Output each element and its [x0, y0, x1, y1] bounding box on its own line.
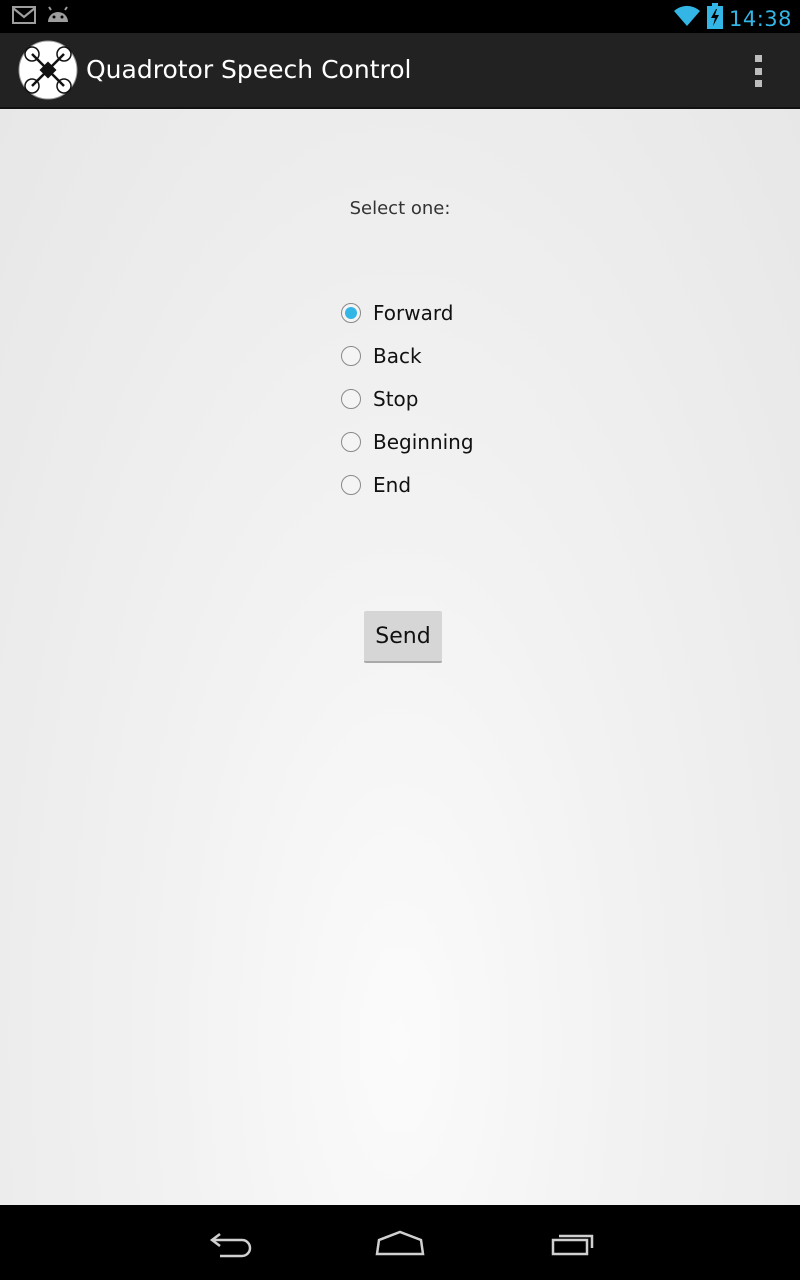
gmail-icon [12, 6, 36, 29]
action-bar: Quadrotor Speech Control [0, 33, 800, 109]
radio-option-beginning[interactable]: Beginning [340, 420, 474, 463]
radio-option-end[interactable]: End [340, 463, 474, 506]
radio-label: Forward [373, 300, 454, 325]
radio-button-icon[interactable] [341, 474, 361, 495]
system-tray: 14:38 [673, 3, 792, 34]
radio-button-icon[interactable] [341, 388, 361, 409]
overflow-menu-icon[interactable] [746, 55, 770, 87]
recent-apps-icon[interactable] [542, 1225, 602, 1261]
status-clock: 14:38 [728, 6, 792, 31]
main-content: Select one: Forward Back Stop Beginning … [0, 109, 800, 1205]
android-icon [46, 6, 70, 29]
command-radio-group: Forward Back Stop Beginning End [340, 291, 474, 506]
radio-option-forward[interactable]: Forward [340, 291, 474, 334]
radio-option-stop[interactable]: Stop [340, 377, 474, 420]
status-bar: 14:38 [0, 0, 800, 33]
radio-button-icon[interactable] [341, 431, 361, 452]
radio-button-icon[interactable] [341, 345, 361, 366]
home-icon[interactable] [370, 1225, 430, 1261]
wifi-icon [673, 4, 701, 33]
radio-button-icon[interactable] [341, 302, 361, 323]
quadrotor-logo-icon[interactable] [18, 40, 78, 100]
radio-option-back[interactable]: Back [340, 334, 474, 377]
navigation-bar [0, 1205, 800, 1280]
radio-label: Stop [373, 386, 419, 411]
notification-area [12, 6, 70, 29]
select-prompt-label: Select one: [349, 198, 451, 219]
radio-label: End [373, 472, 412, 497]
radio-label: Back [373, 343, 422, 368]
battery-charging-icon [706, 3, 723, 34]
send-button[interactable]: Send [364, 611, 442, 663]
back-icon[interactable] [200, 1225, 260, 1261]
radio-label: Beginning [373, 429, 474, 454]
app-title: Quadrotor Speech Control [86, 55, 412, 84]
